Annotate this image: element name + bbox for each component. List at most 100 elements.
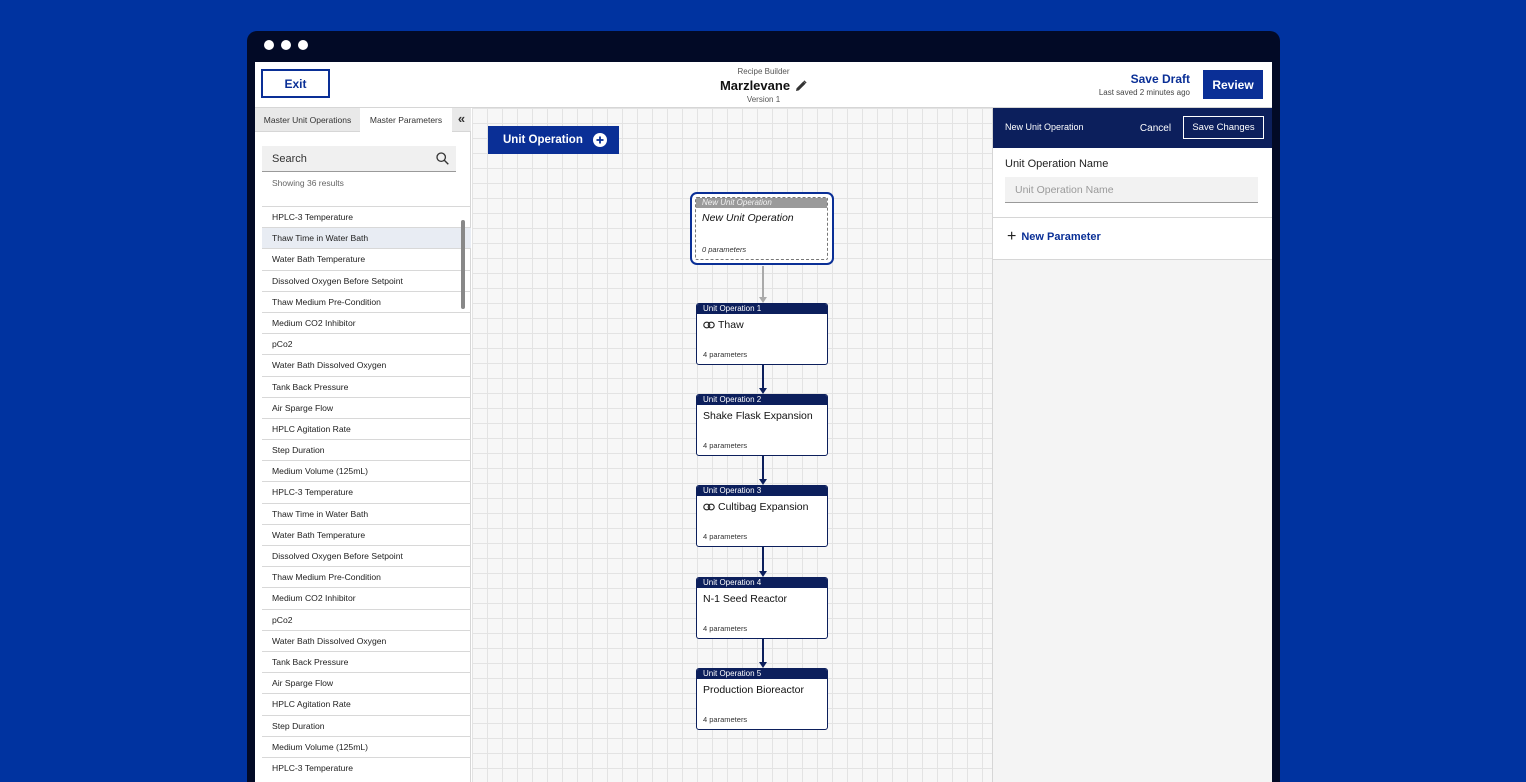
node-param-count: 4 parameters [703,715,748,724]
node-param-count: 4 parameters [703,441,748,450]
pencil-icon[interactable] [795,80,807,92]
link-icon [703,321,715,329]
flow-connector [762,547,764,572]
tab-master-parameters[interactable]: Master Parameters [360,108,452,132]
library-tabs: Master Unit Operations Master Parameters… [255,108,471,132]
window-controls [264,40,308,50]
node-header: Unit Operation 4 [697,578,827,588]
parameter-list-item[interactable]: Air Sparge Flow [262,672,471,693]
cancel-button[interactable]: Cancel [1133,120,1178,136]
node-param-count: 4 parameters [703,624,748,633]
parameter-list-item[interactable]: Tank Back Pressure [262,375,471,397]
page-kicker: Recipe Builder [737,67,790,76]
editor-header: New Unit Operation Cancel Save Changes [993,108,1272,148]
node-header: Unit Operation 3 [697,486,827,496]
save-changes-button[interactable]: Save Changes [1183,116,1264,139]
parameter-list-item[interactable]: Medium Volume (125mL) [262,460,471,481]
plus-circle-icon [593,133,607,147]
parameter-list-item[interactable]: HPLC Agitation Rate [262,417,471,439]
parameter-list-item[interactable]: Water Bath Temperature [262,248,471,269]
parameter-list-item[interactable]: Medium CO2 Inhibitor [262,311,471,333]
editor-title: New Unit Operation [1005,122,1084,132]
window-dot-maximize[interactable] [298,40,308,50]
node-name-text: N-1 Seed Reactor [703,593,788,605]
node-header: Unit Operation 1 [697,304,827,314]
new-unit-operation-node[interactable]: New Unit Operation New Unit Operation 0 … [695,197,828,260]
unit-operation-name-input[interactable] [1005,177,1258,203]
save-draft-button[interactable]: Save Draft [1125,72,1190,86]
plus-icon: + [1007,228,1017,245]
unit-operation-name-label: Unit Operation Name [1005,158,1109,170]
new-parameter-button[interactable]: + New Parameter [1007,228,1101,245]
recipe-builder-app: Exit Recipe Builder Marzlevane Version 1… [255,62,1272,782]
parameter-list-item[interactable]: Water Bath Dissolved Oxygen [262,629,471,651]
parameter-list-item[interactable]: Thaw Time in Water Bath [262,502,471,524]
parameter-list-item[interactable]: Air Sparge Flow [262,396,471,418]
collapse-panel-icon[interactable]: « [452,108,471,132]
flow-connector [762,365,764,389]
review-button[interactable]: Review [1203,70,1263,99]
node-param-count: 4 parameters [703,532,748,541]
unit-operation-editor-panel: New Unit Operation Cancel Save Changes U… [992,108,1272,782]
new-parameter-row: + New Parameter [993,218,1272,260]
flow-connector [762,639,764,663]
unit-operation-node[interactable]: Unit Operation 2 Shake Flask Expansion 4 p… [696,394,828,456]
parameter-list-item[interactable]: pCo2 [262,608,471,630]
list-scrollbar[interactable] [461,220,465,309]
node-name: Cultibag Expansion [697,501,827,513]
add-unit-operation-label: Unit Operation [503,134,583,146]
parameter-list-item[interactable]: Step Duration [262,439,471,460]
parameter-list-item[interactable]: Water Bath Temperature [262,523,471,545]
recipe-canvas[interactable]: Unit Operation New Unit Operation New Un… [472,108,992,782]
node-param-count: 0 parameters [702,245,747,254]
add-unit-operation-button[interactable]: Unit Operation [488,126,619,154]
node-name: N-1 Seed Reactor [697,593,827,605]
result-count: Showing 36 results [272,178,344,188]
node-name-text: Shake Flask Expansion [703,410,813,422]
search-icon[interactable] [436,152,449,165]
node-header: New Unit Operation [696,198,827,208]
last-saved-status: Last saved 2 minutes ago [1098,88,1190,97]
search-box [262,146,456,172]
parameter-list-item[interactable]: HPLC-3 Temperature [262,481,471,502]
unit-operation-node[interactable]: Unit Operation 5 Production Bioreactor 4 p… [696,668,828,730]
new-unit-operation-node-selected[interactable]: New Unit Operation New Unit Operation 0 … [690,192,834,265]
window-dot-close[interactable] [264,40,274,50]
parameter-list-item[interactable]: Tank Back Pressure [262,650,471,672]
app-header: Exit Recipe Builder Marzlevane Version 1… [255,62,1272,108]
parameter-list-item[interactable]: pCo2 [262,333,471,354]
flow-connector [762,456,764,480]
parameter-list-item[interactable]: Thaw Medium Pre-Condition [262,566,471,587]
parameter-list-item[interactable]: Thaw Medium Pre-Condition [262,290,471,312]
parameter-list-item[interactable]: HPLC-3 Temperature [262,206,471,227]
title-block: Recipe Builder Marzlevane Version 1 [255,67,1272,105]
node-header: Unit Operation 5 [697,669,827,679]
parameter-list-item[interactable]: Water Bath Dissolved Oxygen [262,354,471,375]
parameter-list-item[interactable]: HPLC-3 Temperature [262,756,471,778]
unit-operation-node[interactable]: Unit Operation 4 N-1 Seed Reactor 4 parame… [696,577,828,639]
node-name-text: Thaw [718,319,744,331]
parameter-library-panel: Master Unit Operations Master Parameters… [255,108,471,782]
parameter-list-item[interactable]: Medium CO2 Inhibitor [262,587,471,608]
parameter-list-item[interactable]: Thaw Time in Water Bath [262,227,471,249]
parameter-list-item[interactable]: Dissolved Oxygen Before Setpoint [262,545,471,566]
search-input[interactable] [262,146,427,171]
node-param-count: 4 parameters [703,350,748,359]
node-name: Shake Flask Expansion [697,410,827,422]
node-name-text: Cultibag Expansion [718,501,809,513]
title-row: Marzlevane [720,78,807,94]
recipe-name: Marzlevane [719,78,791,93]
unit-operation-name-form: Unit Operation Name [993,148,1272,218]
unit-operation-node[interactable]: Unit Operation 3 Cultibag Expansion 4 para… [696,485,828,547]
exit-button[interactable]: Exit [261,69,330,98]
parameter-list-item[interactable]: Step Duration [262,714,471,736]
parameter-list-item[interactable]: Medium Volume (125mL) [262,735,471,757]
window-dot-minimize[interactable] [281,40,291,50]
node-name: New Unit Operation [696,212,827,224]
parameter-list-item[interactable]: HPLC Agitation Rate [262,693,471,714]
node-header: Unit Operation 2 [697,395,827,405]
unit-operation-node[interactable]: Unit Operation 1 Thaw 4 parameters [696,303,828,365]
node-name: Thaw [697,319,827,331]
parameter-list-item[interactable]: Dissolved Oxygen Before Setpoint [262,269,471,291]
tab-master-unit-operations[interactable]: Master Unit Operations [255,108,360,132]
